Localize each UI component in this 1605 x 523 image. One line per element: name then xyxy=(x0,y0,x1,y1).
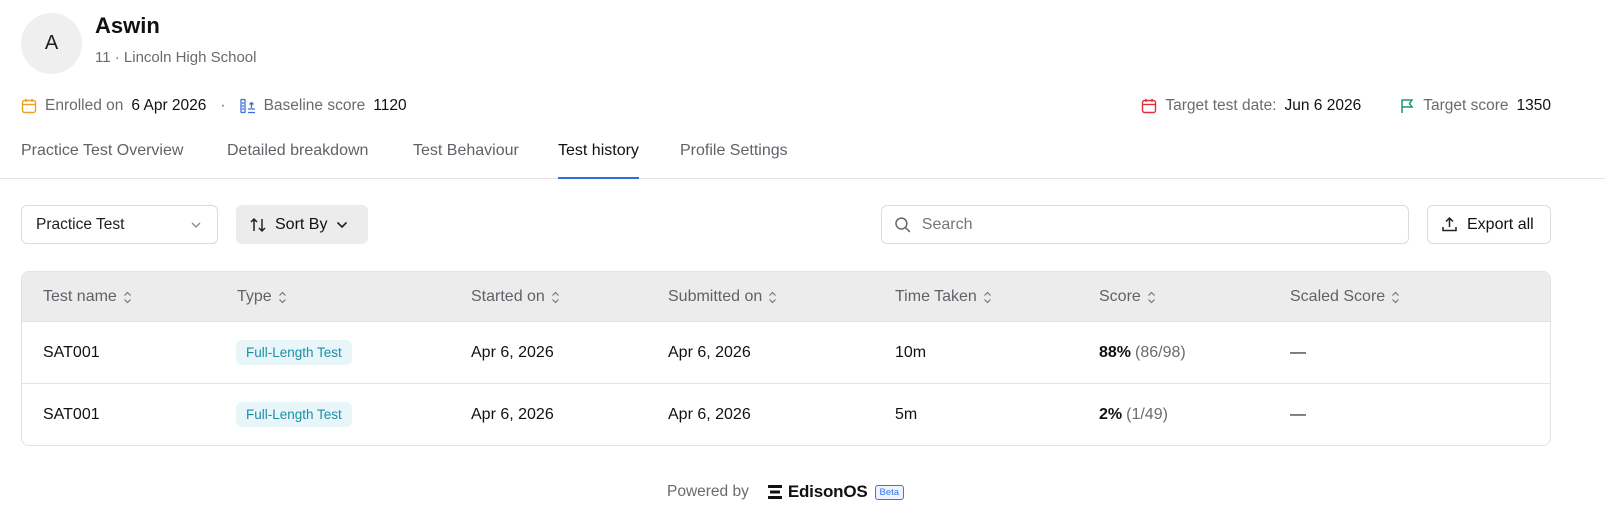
cell-score: 88% (86/98) xyxy=(1099,344,1186,362)
type-badge: Full-Length Test xyxy=(236,340,352,365)
column-header-type[interactable]: Type xyxy=(237,288,287,306)
cell-time-taken: 5m xyxy=(895,406,918,423)
score-percent: 2% xyxy=(1099,406,1123,423)
cell-submitted-on: Apr 6, 2026 xyxy=(668,344,751,361)
type-badge: Full-Length Test xyxy=(236,402,352,427)
edisonos-logo-icon xyxy=(767,485,782,499)
cell-test-name: SAT001 xyxy=(43,344,100,361)
cell-scaled-score: — xyxy=(1290,344,1306,361)
target-score-value: 1350 xyxy=(1516,97,1551,114)
column-header-label: Test name xyxy=(43,288,117,305)
column-sort-icon xyxy=(1392,291,1400,303)
calendar-icon xyxy=(21,98,37,114)
student-subtitle: 11 · Lincoln High School xyxy=(95,49,257,66)
search-input[interactable] xyxy=(921,215,1396,234)
student-profile: A Aswin 11 · Lincoln High School xyxy=(21,13,256,74)
column-header-scaled-score[interactable]: Scaled Score xyxy=(1290,288,1400,306)
baseline-label: Baseline score xyxy=(263,97,366,114)
score-fraction: (86/98) xyxy=(1135,344,1186,361)
column-header-submitted-on[interactable]: Submitted on xyxy=(668,288,777,306)
column-header-time-taken[interactable]: Time Taken xyxy=(895,288,992,306)
cell-time-taken: 10m xyxy=(895,344,927,361)
column-header-score[interactable]: Score xyxy=(1099,288,1156,306)
column-header-label: Submitted on xyxy=(668,288,763,305)
target-score-item: Target score 1350 xyxy=(1399,97,1551,115)
tab-bar: Practice Test Overview Detailed breakdow… xyxy=(0,138,1605,179)
cell-submitted-on: Apr 6, 2026 xyxy=(668,406,751,423)
column-sort-icon xyxy=(278,291,286,303)
column-header-started-on[interactable]: Started on xyxy=(471,288,560,306)
search-box[interactable] xyxy=(881,205,1409,244)
export-all-label: Export all xyxy=(1467,215,1534,233)
test-history-table: Test name Type Started on Submitted on T… xyxy=(21,271,1551,446)
tab-detailed-breakdown[interactable]: Detailed breakdown xyxy=(227,142,368,179)
student-info: Aswin 11 · Lincoln High School xyxy=(95,13,256,66)
test-type-select-value: Practice Test xyxy=(36,215,125,233)
score-fraction: (1/49) xyxy=(1126,406,1168,423)
enrolled-value: 6 Apr 2026 xyxy=(131,97,207,114)
column-header-label: Time Taken xyxy=(895,288,977,305)
score-percent: 88% xyxy=(1099,344,1132,361)
tab-test-behaviour[interactable]: Test Behaviour xyxy=(413,142,519,179)
tab-test-history[interactable]: Test history xyxy=(558,142,639,179)
target-date-label: Target test date: xyxy=(1165,97,1277,114)
sort-by-button[interactable]: Sort By xyxy=(236,205,368,244)
baseline-value: 1120 xyxy=(373,97,407,114)
flag-icon xyxy=(1401,99,1414,113)
column-sort-icon xyxy=(983,291,991,303)
meta-separator: · xyxy=(220,97,226,114)
column-sort-icon xyxy=(551,291,559,303)
enrollment-meta: Enrolled on 6 Apr 2026 · Baseline score … xyxy=(21,97,407,115)
column-header-test-name[interactable]: Test name xyxy=(43,288,132,306)
test-type-select[interactable]: Practice Test xyxy=(21,205,218,244)
edisonos-brand[interactable]: EdisonOS Beta xyxy=(767,482,905,502)
baseline-item: Baseline score 1120 xyxy=(239,97,407,115)
target-date-value: Jun 6 2026 xyxy=(1284,97,1362,114)
avatar: A xyxy=(21,13,82,74)
student-name: Aswin xyxy=(95,13,160,38)
target-meta: Target test date: Jun 6 2026 Target scor… xyxy=(1141,97,1551,115)
column-sort-icon xyxy=(123,291,131,303)
upload-icon xyxy=(1442,216,1457,232)
tab-practice-test-overview[interactable]: Practice Test Overview xyxy=(21,142,183,179)
table-row[interactable]: SAT001 Full-Length Test Apr 6, 2026 Apr … xyxy=(22,384,1550,445)
column-header-label: Score xyxy=(1099,288,1141,305)
enrolled-label: Enrolled on xyxy=(45,97,124,114)
powered-by-label: Powered by xyxy=(667,483,749,500)
target-date-item: Target test date: Jun 6 2026 xyxy=(1141,97,1361,115)
column-header-label: Type xyxy=(237,288,272,305)
cell-test-name: SAT001 xyxy=(43,406,100,423)
enrolled-item: Enrolled on 6 Apr 2026 xyxy=(21,97,206,115)
cell-scaled-score: — xyxy=(1290,406,1306,423)
search-icon xyxy=(895,216,911,232)
sort-arrows-icon xyxy=(250,217,266,232)
cell-score: 2% (1/49) xyxy=(1099,406,1168,424)
powered-by-footer: Powered by EdisonOS Beta xyxy=(667,482,905,502)
export-all-button[interactable]: Export all xyxy=(1427,205,1551,244)
table-header: Test name Type Started on Submitted on T… xyxy=(22,272,1550,322)
cell-started-on: Apr 6, 2026 xyxy=(471,344,554,361)
sort-by-label: Sort By xyxy=(275,215,328,233)
column-header-label: Scaled Score xyxy=(1290,288,1386,305)
chevron-down-icon xyxy=(191,222,201,228)
chevron-down-icon xyxy=(337,221,348,228)
table-row[interactable]: SAT001 Full-Length Test Apr 6, 2026 Apr … xyxy=(22,322,1550,384)
baseline-chart-icon xyxy=(239,98,255,114)
target-score-label: Target score xyxy=(1423,97,1509,114)
beta-badge: Beta xyxy=(874,484,905,500)
brand-name: EdisonOS xyxy=(787,482,868,501)
cell-started-on: Apr 6, 2026 xyxy=(471,406,554,423)
column-header-label: Started on xyxy=(471,288,545,305)
tab-profile-settings[interactable]: Profile Settings xyxy=(680,142,788,179)
column-sort-icon xyxy=(769,291,777,303)
column-sort-icon xyxy=(1147,291,1155,303)
target-calendar-icon xyxy=(1142,98,1157,114)
